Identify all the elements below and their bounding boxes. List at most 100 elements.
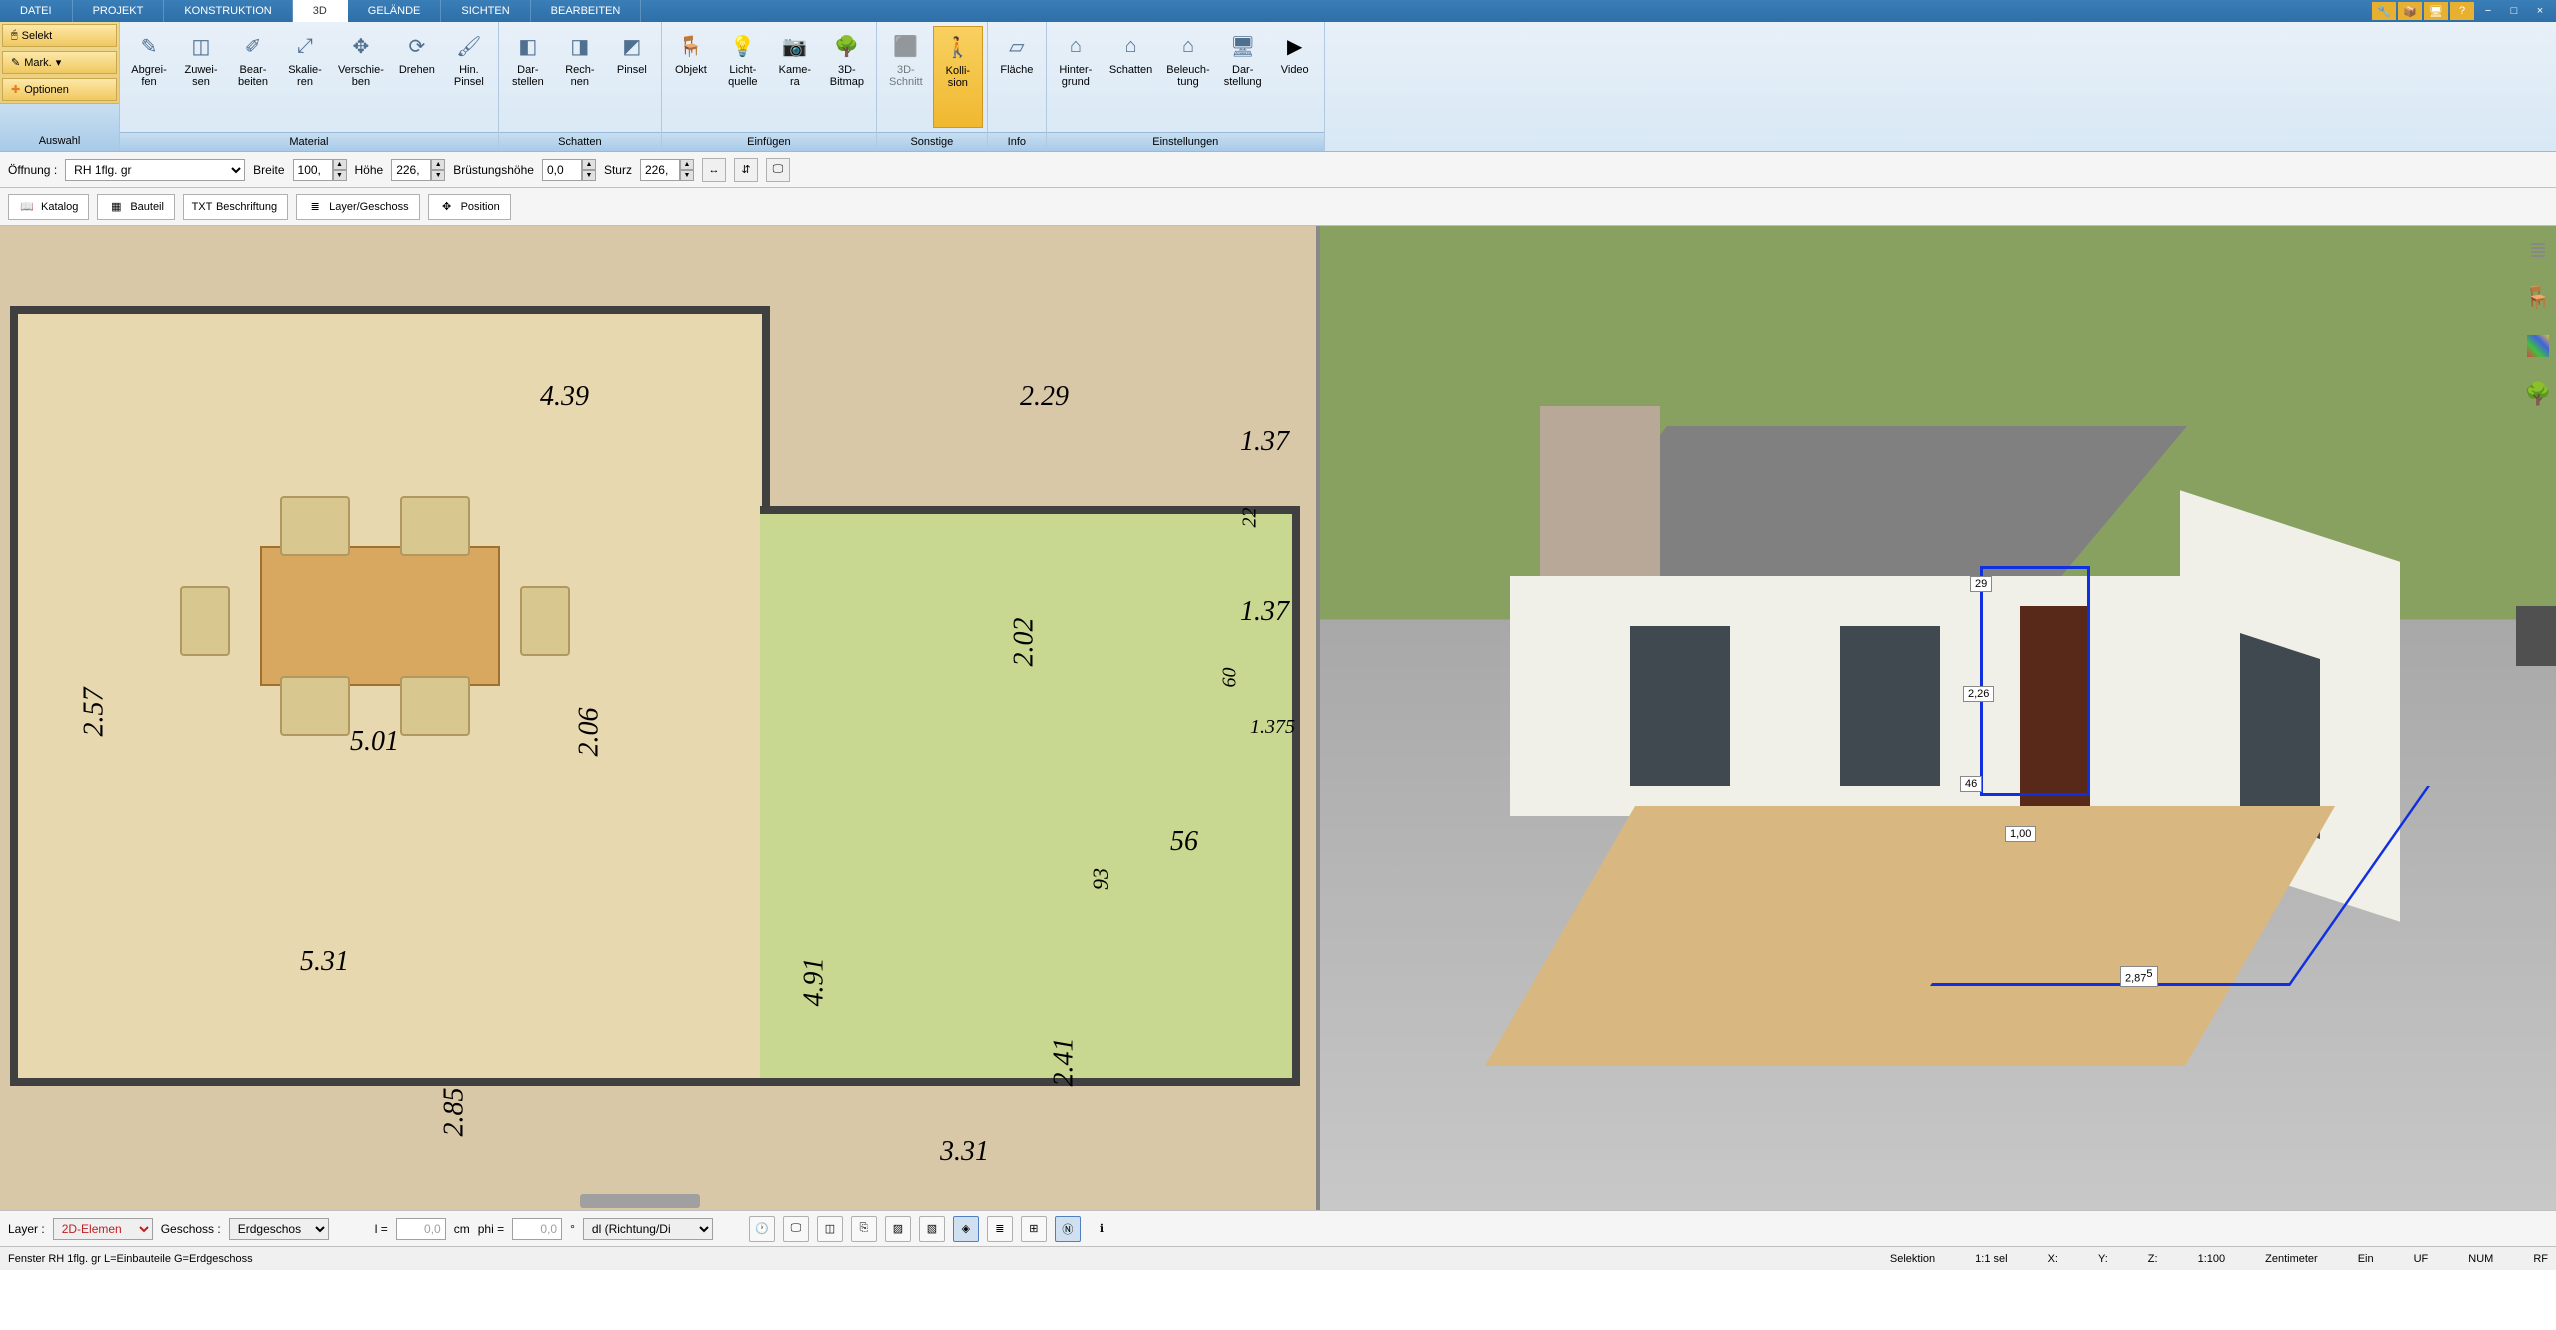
menu-tab-bearbeiten[interactable]: BEARBEITEN xyxy=(531,0,642,22)
hatch1-icon[interactable]: ▨ xyxy=(885,1216,911,1242)
stack-icon[interactable]: ◫ xyxy=(817,1216,843,1242)
breite-input[interactable] xyxy=(293,159,333,181)
layers2-icon[interactable]: ≣ xyxy=(987,1216,1013,1242)
minimize-button[interactable]: − xyxy=(2476,2,2500,20)
abgreifen-button[interactable]: ✎Abgrei- fen xyxy=(124,26,174,128)
zuweisen-button[interactable]: ◫Zuwei- sen xyxy=(176,26,226,128)
verschieben-button[interactable]: ✥Verschie- ben xyxy=(332,26,390,128)
hintergrund-button[interactable]: ⌂Hinter- grund xyxy=(1051,26,1101,128)
menu-tab-sichten[interactable]: SICHTEN xyxy=(441,0,530,22)
clock-icon[interactable]: 🕐 xyxy=(749,1216,775,1242)
screen-icon[interactable]: 🖵 xyxy=(766,158,790,182)
pinsel-button[interactable]: 🖌Hin. Pinsel xyxy=(444,26,494,128)
sturz-up[interactable]: ▲ xyxy=(680,159,694,170)
bitmap-button[interactable]: 🌳3D- Bitmap xyxy=(822,26,872,128)
phi-unit: ° xyxy=(570,1222,575,1236)
katalog-button[interactable]: 📖Katalog xyxy=(8,194,89,220)
darstellen-button[interactable]: ◧Dar- stellen xyxy=(503,26,553,128)
breite-up[interactable]: ▲ xyxy=(333,159,347,170)
view-2d[interactable]: 4.39 2.29 5.01 2.57 2.06 5.31 2.85 3.31 … xyxy=(0,226,1320,1210)
schnitt-button[interactable]: ⬛3D- Schnitt xyxy=(881,26,931,128)
hoehe-input[interactable] xyxy=(391,159,431,181)
chair-icon[interactable]: 🪑 xyxy=(2524,284,2552,312)
sturz-input[interactable] xyxy=(640,159,680,181)
pinsel2-button[interactable]: ◩Pinsel xyxy=(607,26,657,128)
bruest-up[interactable]: ▲ xyxy=(582,159,596,170)
beleuchtung-button[interactable]: ⌂Beleuch- tung xyxy=(1160,26,1215,128)
layer-select[interactable]: 2D-Elemen xyxy=(53,1218,153,1240)
phi-input[interactable] xyxy=(512,1218,562,1240)
kamera-button[interactable]: 📷Kame- ra xyxy=(770,26,820,128)
palette-icon[interactable] xyxy=(2524,332,2552,360)
breite-down[interactable]: ▼ xyxy=(333,170,347,181)
north-icon[interactable]: Ⓝ xyxy=(1055,1216,1081,1242)
sidepanel-handle[interactable] xyxy=(2516,606,2556,666)
hoehe-down[interactable]: ▼ xyxy=(431,170,445,181)
screen-icon[interactable]: 🖥 xyxy=(2424,2,2448,20)
geschoss-select[interactable]: Erdgeschos xyxy=(229,1218,329,1240)
mark-button[interactable]: ✎Mark.▾ xyxy=(2,51,117,74)
drehen-button[interactable]: ⟳Drehen xyxy=(392,26,442,128)
diamond-icon[interactable]: ◈ xyxy=(953,1216,979,1242)
tree-icon[interactable]: 🌳 xyxy=(2524,380,2552,408)
copy-icon[interactable]: ⎘ xyxy=(851,1216,877,1242)
properties-bar: Öffnung : RH 1flg. gr Breite ▲▼ Höhe ▲▼ … xyxy=(0,152,2556,188)
dl-select[interactable]: dl (Richtung/Di xyxy=(583,1218,713,1240)
maximize-button[interactable]: □ xyxy=(2502,2,2526,20)
skalieren-button[interactable]: ⤢Skalie- ren xyxy=(280,26,330,128)
hatch2-icon[interactable]: ▧ xyxy=(919,1216,945,1242)
bauteil-button[interactable]: ▦Bauteil xyxy=(97,194,175,220)
lighting-icon: ⌂ xyxy=(1172,30,1204,62)
bearbeiten-button[interactable]: ✐Bear- beiten xyxy=(228,26,278,128)
close-button[interactable]: × xyxy=(2528,2,2552,20)
rechnen-button[interactable]: ◨Rech- nen xyxy=(555,26,605,128)
flaeche-button[interactable]: ▱Fläche xyxy=(992,26,1042,128)
view-3d[interactable]: 29 2,26 46 1,00 2,875 ≣ 🪑 🌳 xyxy=(1320,226,2556,1210)
beschriftung-button[interactable]: TXTBeschriftung xyxy=(183,194,288,220)
dimension-text: 5.01 xyxy=(350,726,399,758)
dimension-text: 4.91 xyxy=(799,958,831,1007)
collision-icon: 🚶 xyxy=(942,31,974,63)
menu-tab-konstruktion[interactable]: KONSTRUKTION xyxy=(164,0,292,22)
darstellung-button[interactable]: 🖥Dar- stellung xyxy=(1218,26,1268,128)
horizontal-scrollbar[interactable] xyxy=(580,1194,700,1208)
tool-icon[interactable]: 🔧 xyxy=(2372,2,2396,20)
group-label-material: Material xyxy=(120,132,498,151)
grid-icon[interactable]: ⊞ xyxy=(1021,1216,1047,1242)
arrows-h-icon[interactable]: ↔ xyxy=(702,158,726,182)
flip-icon[interactable]: ⇵ xyxy=(734,158,758,182)
shadow-icon: ⌂ xyxy=(1115,30,1147,62)
kollision-button[interactable]: 🚶Kolli- sion xyxy=(933,26,983,128)
layer-button[interactable]: ≣Layer/Geschoss xyxy=(296,194,419,220)
monitor-icon[interactable]: 🖵 xyxy=(783,1216,809,1242)
group-label-einfuegen: Einfügen xyxy=(662,132,876,151)
help-icon[interactable]: ? xyxy=(2450,2,2474,20)
dimension-text: 1.37 xyxy=(1240,596,1289,628)
bruest-down[interactable]: ▼ xyxy=(582,170,596,181)
info-icon[interactable]: ℹ xyxy=(1089,1216,1115,1242)
paint-icon: ◩ xyxy=(616,30,648,62)
status-scale: 1:100 xyxy=(2198,1253,2226,1265)
menu-tab-datei[interactable]: DATEI xyxy=(0,0,73,22)
layers-icon[interactable]: ≣ xyxy=(2524,236,2552,264)
menu-tab-gelaende[interactable]: GELÄNDE xyxy=(348,0,442,22)
select-button[interactable]: 🖱Selekt xyxy=(2,24,117,47)
sturz-down[interactable]: ▼ xyxy=(680,170,694,181)
group-label-sonstige: Sonstige xyxy=(877,132,987,151)
l-input[interactable] xyxy=(396,1218,446,1240)
package-icon[interactable]: 📦 xyxy=(2398,2,2422,20)
optionen-button[interactable]: ✚Optionen xyxy=(2,78,117,101)
objekt-button[interactable]: 🪑Objekt xyxy=(666,26,716,128)
menu-tab-3d[interactable]: 3D xyxy=(293,0,348,22)
lichtquelle-button[interactable]: 💡Licht- quelle xyxy=(718,26,768,128)
hoehe-up[interactable]: ▲ xyxy=(431,159,445,170)
menu-tab-projekt[interactable]: PROJEKT xyxy=(73,0,165,22)
group-label-info: Info xyxy=(988,132,1046,151)
video-button[interactable]: ▶Video xyxy=(1270,26,1320,128)
bruest-input[interactable] xyxy=(542,159,582,181)
position-button[interactable]: ✥Position xyxy=(428,194,511,220)
layer-label: Layer : xyxy=(8,1222,45,1236)
oeffnung-select[interactable]: RH 1flg. gr xyxy=(65,159,245,181)
chair xyxy=(400,496,470,556)
schatten2-button[interactable]: ⌂Schatten xyxy=(1103,26,1158,128)
